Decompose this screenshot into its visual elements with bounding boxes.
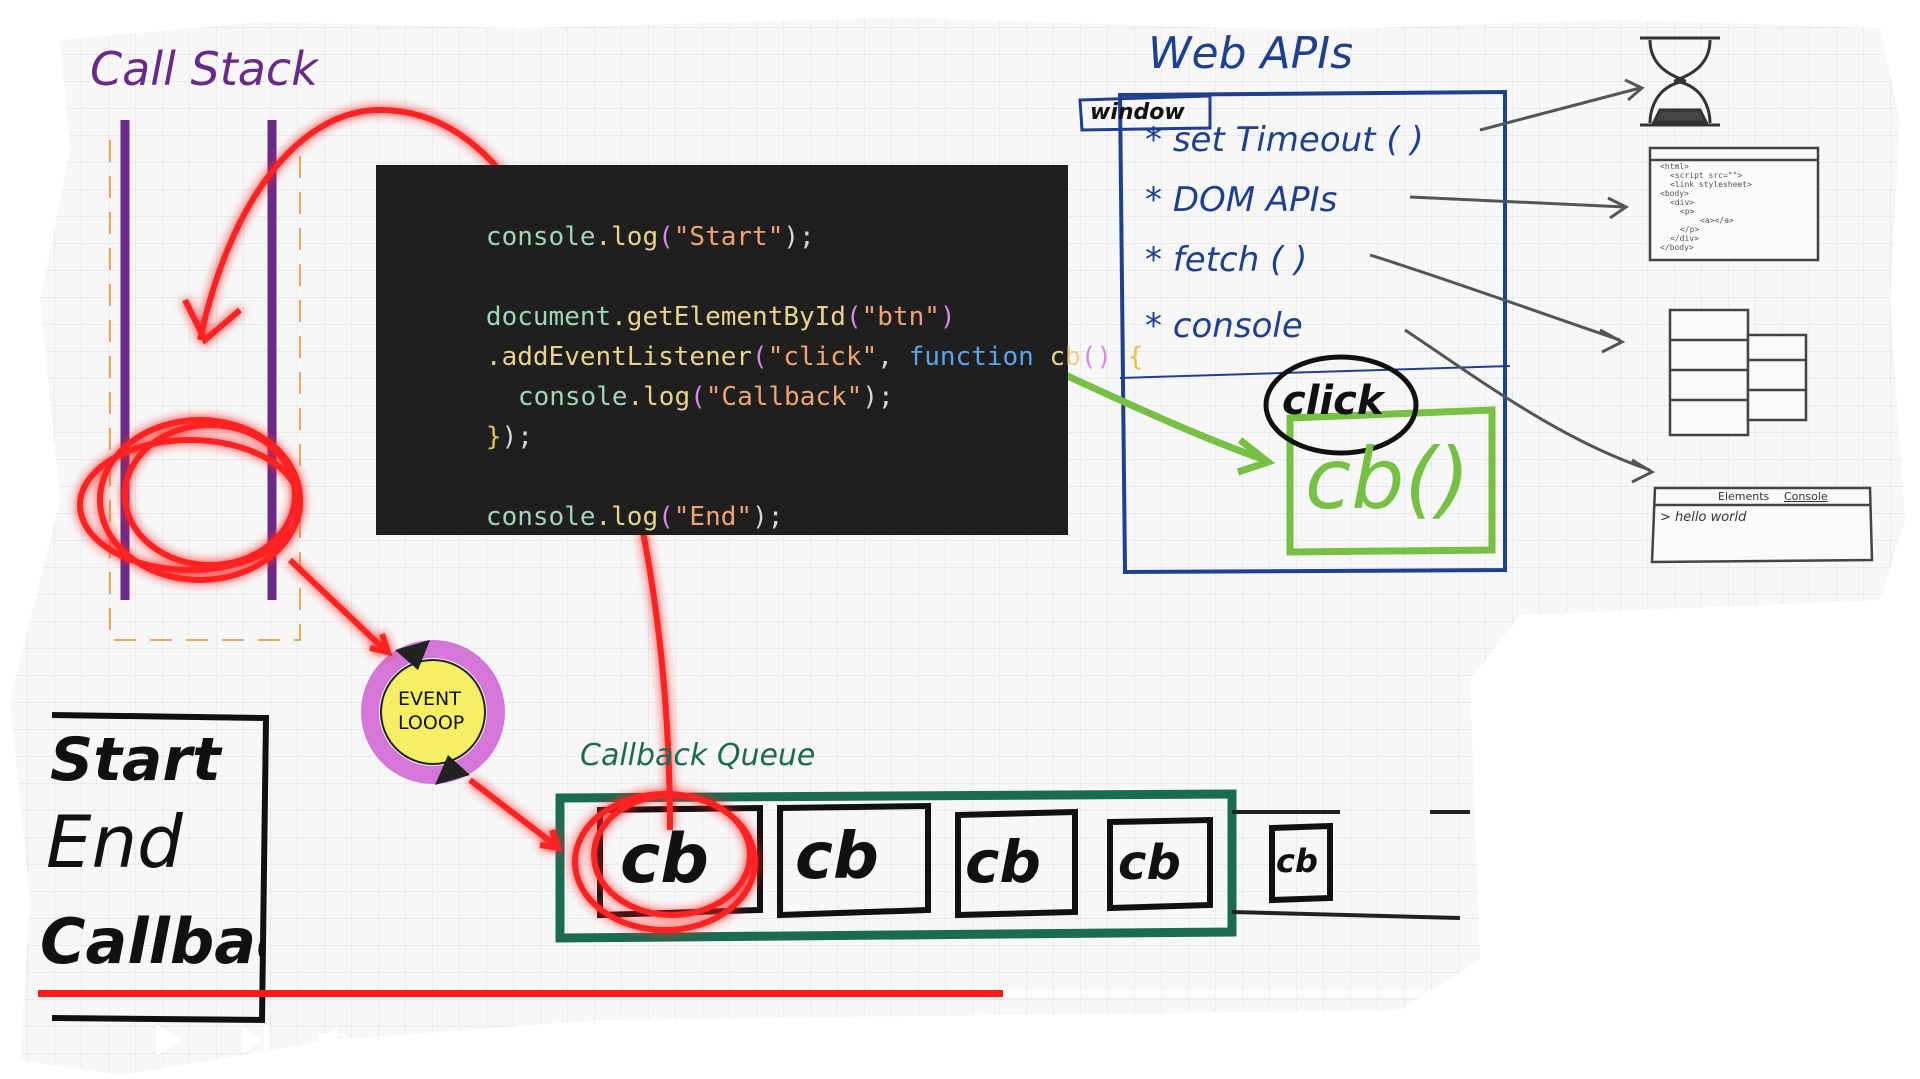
web-api-item-dom: * DOM APIs — [1145, 180, 1338, 220]
callback-queue-title: Callback Queue — [580, 738, 816, 773]
code-snippet: console.log("Start"); document.getElemen… — [376, 165, 1143, 535]
next-icon[interactable] — [238, 1020, 274, 1060]
click-label: click — [1282, 378, 1384, 424]
event-loop-label-line2: LOOOP — [398, 712, 465, 734]
volume-icon[interactable] — [315, 1020, 355, 1060]
cb-box-label: cb() — [1305, 430, 1471, 528]
console-output-line: Callback — [40, 905, 260, 978]
console-output-line: Start — [50, 725, 221, 795]
code-line-end: console.log("End"); — [485, 502, 784, 532]
video-progress-bar[interactable] — [38, 990, 1478, 997]
console-output-line: End — [46, 800, 183, 884]
browser-console-output: > hello world — [1660, 510, 1747, 525]
web-apis-title: Web APIs — [1148, 28, 1354, 79]
call-stack-title: Call Stack — [90, 42, 318, 96]
browser-console-tab-elements: Elements — [1718, 490, 1770, 503]
video-frame: console.log("Start"); document.getElemen… — [0, 0, 1920, 1079]
web-api-item-fetch: * fetch ( ) — [1145, 240, 1308, 280]
queue-item: cb — [1118, 835, 1181, 891]
queue-item: cb — [795, 820, 879, 894]
web-api-item-console: * console — [1145, 306, 1303, 346]
play-icon[interactable] — [150, 1020, 186, 1060]
whiteboard-canvas — [10, 18, 1905, 1075]
queue-item: cb — [1276, 842, 1318, 880]
web-api-item-settimeout: * set Timeout ( ) — [1145, 120, 1424, 160]
browser-console-tab-console: Console — [1784, 490, 1828, 503]
event-loop-label-line1: EVENT — [398, 688, 461, 710]
queue-item: cb — [620, 820, 709, 899]
html-snippet: <html> <script src=""> <link stylesheet>… — [1660, 162, 1752, 252]
queue-item: cb — [965, 828, 1041, 896]
video-progress-fill — [38, 990, 1003, 997]
